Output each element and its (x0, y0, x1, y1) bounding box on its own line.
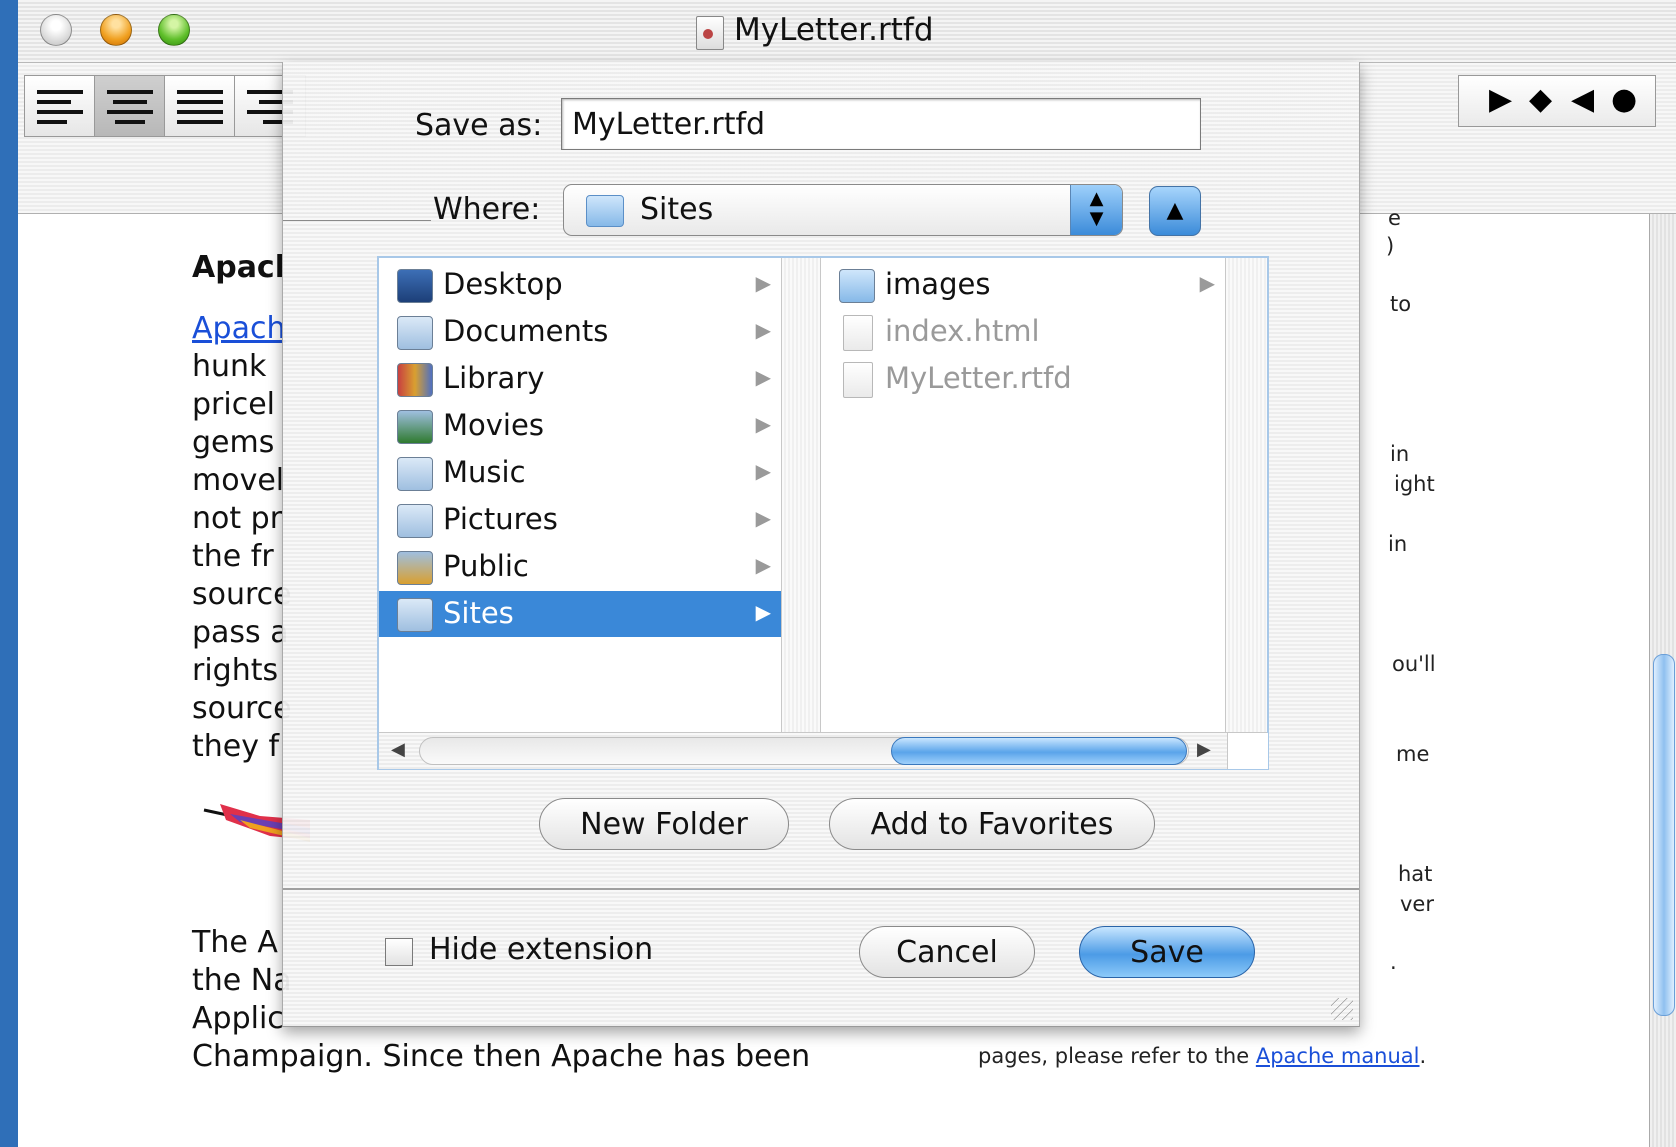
list-item-library[interactable]: Library ▶ (379, 356, 781, 402)
html-file-icon (843, 315, 873, 351)
movies-folder-icon (397, 410, 433, 444)
browser-column-1[interactable]: Desktop ▶ Documents ▶ Library ▶ Movies ▶ (379, 258, 782, 732)
close-window-button[interactable] (40, 14, 72, 46)
list-item-music[interactable]: Music ▶ (379, 450, 781, 496)
where-divider (283, 220, 431, 221)
list-item-myletter-rtfd: MyLetter.rtfd (821, 356, 1225, 402)
rtfd-document-icon[interactable] (696, 16, 724, 50)
zoom-window-button[interactable] (158, 14, 190, 46)
save-dialog-sheet: Save as: Where: Sites ▲▼ ▲ Desktop ▶ Doc… (282, 62, 1360, 1027)
save-button[interactable]: Save (1079, 926, 1255, 978)
align-justify-button[interactable] (164, 75, 236, 137)
documents-folder-icon (397, 316, 433, 350)
chevron-right-icon: ▶ (755, 271, 771, 295)
text-line: Champaign. Since then Apache has been (192, 1039, 811, 1074)
sites-folder-icon (586, 195, 624, 227)
disclosure-up-icon: ▲ (1166, 198, 1184, 223)
text-fragment: in (1388, 532, 1408, 556)
text-fragment: . (1390, 950, 1397, 974)
desktop-icon (397, 269, 433, 303)
tab-stop-selector[interactable]: ▶ ◆ ◀ ● (1458, 75, 1656, 127)
text-fragment: ver (1400, 892, 1434, 916)
list-item-movies[interactable]: Movies ▶ (379, 403, 781, 449)
column-1-scrollbar[interactable] (782, 258, 821, 732)
align-center-button[interactable] (94, 75, 166, 137)
document-scroll-thumb[interactable] (1653, 654, 1675, 1016)
text-fragment: e (1388, 206, 1401, 230)
left-tab-icon[interactable]: ◀ (1571, 82, 1594, 117)
text-fragment: ou'll (1392, 652, 1436, 676)
save-as-label: Save as: (415, 108, 543, 143)
footer-text: pages, please refer to the (978, 1044, 1256, 1068)
where-location-popup[interactable]: Sites ▲ ▼ (563, 184, 1123, 236)
browser-column-2[interactable]: images ▶ index.html MyLetter.rtfd (821, 258, 1226, 732)
where-label: Where: (433, 192, 541, 227)
footer-period: . (1419, 1044, 1427, 1068)
column-2-scrollbar[interactable] (1226, 258, 1267, 732)
text-fragment: ) (1386, 234, 1395, 258)
text-editor-window: MyLetter.rtfd ▶ ◆ ◀ ● Apacl Apach hunk p… (18, 0, 1676, 1147)
text-fragment: hat (1398, 862, 1433, 886)
folder-icon (839, 269, 875, 303)
align-left-button[interactable] (24, 75, 96, 137)
scroll-right-arrow-icon[interactable]: ▶ (1197, 739, 1211, 760)
apache-manual-link[interactable]: Apache manual (1256, 1044, 1420, 1068)
pictures-folder-icon (397, 504, 433, 538)
public-folder-icon (397, 551, 433, 585)
text-fragment: ight (1394, 472, 1435, 496)
music-folder-icon (397, 457, 433, 491)
where-selected-value: Sites (640, 192, 714, 227)
document-vertical-scrollbar[interactable] (1649, 214, 1676, 1147)
list-item-desktop[interactable]: Desktop ▶ (379, 262, 781, 308)
minimize-window-button[interactable] (100, 14, 132, 46)
chevron-right-icon: ▶ (755, 553, 771, 577)
chevron-right-icon: ▶ (755, 412, 771, 436)
hide-extension-checkbox[interactable] (385, 938, 413, 966)
decimal-tab-icon[interactable]: ◆ (1529, 82, 1552, 117)
list-item-sites[interactable]: Sites ▶ (379, 591, 781, 637)
cancel-button[interactable]: Cancel (859, 926, 1035, 978)
horizontal-scroll-thumb[interactable] (891, 737, 1187, 765)
text-fragment: in (1390, 442, 1410, 466)
sheet-divider (283, 888, 1359, 890)
chevron-right-icon: ▶ (755, 318, 771, 342)
library-folder-icon (397, 363, 433, 397)
save-as-filename-input[interactable] (561, 98, 1201, 150)
add-to-favorites-button[interactable]: Add to Favorites (829, 798, 1155, 850)
new-folder-button[interactable]: New Folder (539, 798, 789, 850)
popup-arrows-icon: ▲ ▼ (1070, 185, 1122, 235)
list-item-images[interactable]: images ▶ (821, 262, 1225, 308)
right-tab-icon[interactable]: ▶ (1489, 82, 1512, 117)
browser-horizontal-scrollbar[interactable]: ◀ ▶ (379, 732, 1268, 769)
list-item-documents[interactable]: Documents ▶ (379, 309, 781, 355)
chevron-right-icon: ▶ (755, 506, 771, 530)
scroll-left-arrow-icon[interactable]: ◀ (391, 739, 405, 760)
list-item-public[interactable]: Public ▶ (379, 544, 781, 590)
center-tab-icon[interactable]: ● (1611, 82, 1637, 117)
list-item-pictures[interactable]: Pictures ▶ (379, 497, 781, 543)
chevron-right-icon: ▶ (1199, 271, 1215, 295)
resize-grip-icon[interactable] (1331, 998, 1353, 1020)
chevron-right-icon: ▶ (755, 459, 771, 483)
text-fragment: to (1390, 292, 1412, 316)
collapse-browser-button[interactable]: ▲ (1149, 186, 1201, 236)
rtfd-file-icon (843, 362, 873, 398)
list-item-index-html: index.html (821, 309, 1225, 355)
chevron-right-icon: ▶ (755, 365, 771, 389)
file-browser[interactable]: Desktop ▶ Documents ▶ Library ▶ Movies ▶ (377, 256, 1269, 770)
title-bar[interactable]: MyLetter.rtfd (18, 0, 1676, 63)
document-heading: Apacl (192, 250, 286, 285)
scrollbar-corner (1227, 733, 1268, 769)
text-fragment: me (1396, 742, 1430, 766)
hide-extension-label[interactable]: Hide extension (429, 932, 653, 967)
window-title: MyLetter.rtfd (734, 12, 934, 48)
sites-folder-icon (397, 598, 433, 632)
document-footer-line: pages, please refer to the Apache manual… (978, 1044, 1426, 1068)
chevron-right-icon: ▶ (755, 600, 771, 624)
